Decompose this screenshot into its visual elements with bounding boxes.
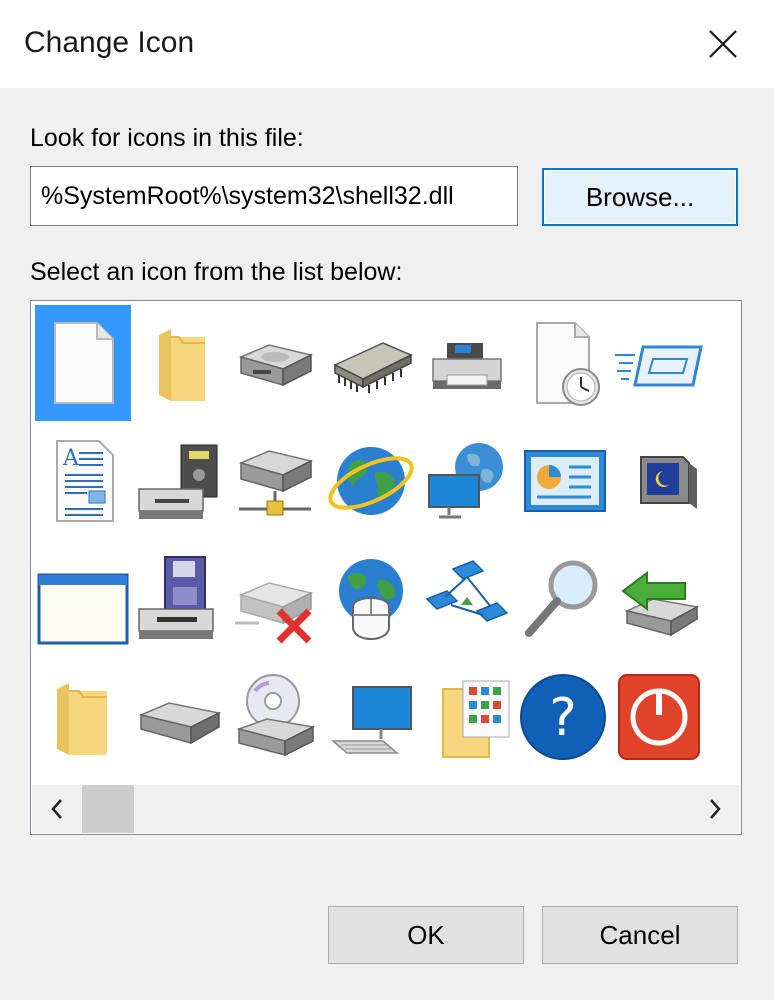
- cd-drive-icon: [236, 674, 316, 757]
- svg-text:A: A: [62, 446, 80, 471]
- icon-item[interactable]: [515, 541, 611, 657]
- disconnected-drive-icon: [235, 582, 314, 644]
- icon-item[interactable]: [419, 423, 515, 539]
- chevron-right-icon: [710, 799, 721, 819]
- floppy-disk-drive-icon: [138, 556, 214, 639]
- folder-icon: [57, 683, 107, 755]
- close-button[interactable]: [692, 18, 754, 70]
- window-icon: [37, 573, 129, 645]
- control-panel-icon: [524, 450, 606, 512]
- file-path-text: %SystemRoot%\system32\shell32.dll: [41, 182, 454, 210]
- icon-item[interactable]: [611, 423, 707, 539]
- network-globe-icon: [428, 443, 503, 519]
- icon-item[interactable]: [419, 305, 515, 421]
- icon-item[interactable]: [227, 423, 323, 539]
- drive-icon: [238, 344, 314, 387]
- icon-item[interactable]: [611, 541, 707, 657]
- icon-item[interactable]: [131, 305, 227, 421]
- printer-icon: [432, 343, 502, 389]
- network-drive-icon: [238, 450, 314, 516]
- icon-item[interactable]: [131, 423, 227, 539]
- network-icon: [425, 560, 509, 622]
- icon-item[interactable]: [35, 541, 131, 657]
- folder-grid-icon: [442, 680, 510, 758]
- icon-item[interactable]: [323, 305, 419, 421]
- close-icon: [709, 30, 737, 58]
- icon-item[interactable]: [323, 423, 419, 539]
- icon-item[interactable]: [35, 305, 131, 421]
- scroll-right-button[interactable]: [690, 785, 740, 833]
- cancel-button[interactable]: Cancel: [542, 906, 738, 964]
- icon-item[interactable]: ?: [515, 659, 611, 775]
- file-label: Look for icons in this file:: [30, 124, 304, 152]
- icon-list[interactable]: A ?: [30, 300, 742, 835]
- icon-item[interactable]: A: [35, 423, 131, 539]
- icon-item[interactable]: [227, 305, 323, 421]
- scroll-left-button[interactable]: [32, 785, 82, 833]
- horizontal-scrollbar[interactable]: [32, 785, 740, 833]
- floppy-drive-icon: [138, 444, 218, 519]
- icon-item[interactable]: [323, 659, 419, 775]
- icon-item[interactable]: [227, 659, 323, 775]
- ok-button[interactable]: OK: [328, 906, 524, 964]
- document-clock-icon: [536, 322, 600, 406]
- file-path-input[interactable]: %SystemRoot%\system32\shell32.dll: [30, 166, 518, 226]
- folder-icon: [159, 329, 205, 401]
- help-question-icon: ?: [520, 674, 606, 760]
- icon-item[interactable]: [611, 305, 707, 421]
- browse-button[interactable]: Browse...: [542, 168, 738, 226]
- power-icon: [618, 674, 700, 760]
- icon-item[interactable]: [35, 659, 131, 775]
- icon-item[interactable]: [131, 659, 227, 775]
- globe-mouse-icon: [339, 559, 403, 640]
- svg-text:?: ?: [549, 688, 577, 748]
- title-bar: Change Icon: [0, 0, 774, 88]
- dialog-title: Change Icon: [24, 26, 195, 59]
- removable-drive-arrow-icon: [621, 571, 700, 637]
- icon-item[interactable]: [419, 541, 515, 657]
- icon-item[interactable]: [227, 541, 323, 657]
- memory-chip-icon: [333, 342, 413, 393]
- internet-globe-icon: [328, 447, 414, 515]
- icon-item[interactable]: [515, 305, 611, 421]
- icon-item[interactable]: [323, 541, 419, 657]
- list-label: Select an icon from the list below:: [30, 258, 403, 286]
- chevron-left-icon: [51, 799, 62, 819]
- icon-item[interactable]: [611, 659, 707, 775]
- icon-item[interactable]: [131, 541, 227, 657]
- hard-drive-icon: [138, 702, 222, 745]
- scroll-thumb[interactable]: [82, 785, 134, 833]
- computer-icon: [330, 686, 412, 754]
- search-magnifier-icon: [525, 560, 598, 637]
- icon-item[interactable]: [419, 659, 515, 775]
- icon-item[interactable]: [515, 423, 611, 539]
- blank-document-icon: [54, 322, 114, 404]
- monitor-moon-icon: [640, 456, 697, 509]
- text-document-icon: A: [56, 440, 114, 522]
- window-speed-icon: [615, 345, 703, 387]
